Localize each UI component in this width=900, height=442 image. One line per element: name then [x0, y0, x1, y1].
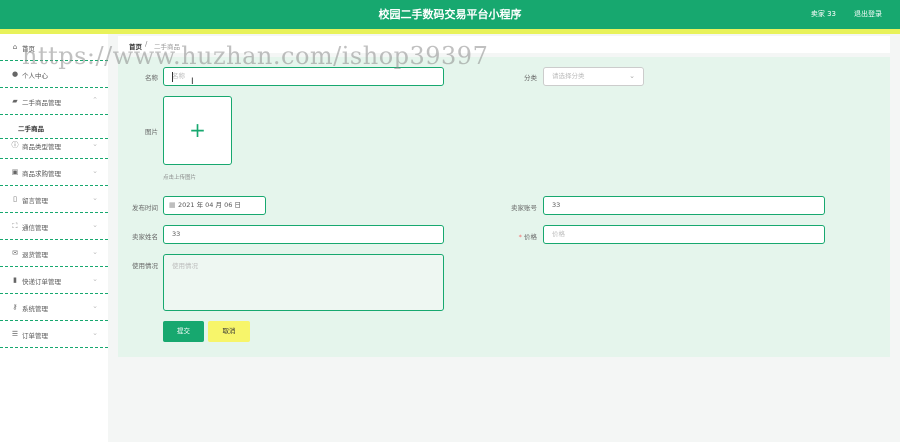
sidebar: ⌂ 首页 ● 个人中心 ▰ 二手商品管理 ⌃ 二手商品 ⓘ 商品类型管理 ⌄ ▣…: [0, 34, 108, 442]
sidebar-item-communication[interactable]: ⛶ 通信管理 ⌄: [0, 213, 108, 240]
sidebar-item-label: 退货管理: [22, 251, 48, 259]
sidebar-item-label: 二手商品管理: [22, 99, 61, 107]
image-label: 图片: [145, 128, 158, 136]
upload-hint: 点击上传图片: [163, 175, 197, 181]
publish-time-value: 2021 年 04 月 06 日: [178, 201, 241, 209]
chevron-down-icon: ⌄: [92, 302, 98, 310]
plus-icon: +: [189, 118, 206, 142]
name-label: 名称: [145, 74, 158, 82]
accent-strip: [0, 29, 900, 34]
goods-icon: ▰: [12, 97, 18, 105]
sidebar-item-label: 商品类型管理: [22, 143, 61, 151]
sidebar-item-express-orders[interactable]: ▮ 快递订单管理 ⌄: [0, 267, 108, 294]
price-label-text: 价格: [524, 233, 537, 241]
seller-name-label: 卖家姓名: [132, 233, 158, 241]
category-select[interactable]: 请选择分类 ⌄: [543, 67, 644, 86]
mail-icon: ✉: [12, 249, 18, 257]
usage-label: 使用情况: [132, 262, 158, 270]
sidebar-item-purchase-request[interactable]: ▣ 商品求购管理 ⌄: [0, 159, 108, 186]
sidebar-item-label: 留言管理: [22, 197, 48, 205]
sidebar-item-goods-management[interactable]: ▰ 二手商品管理 ⌃: [0, 88, 108, 115]
usage-textarea[interactable]: 使用情况: [163, 254, 444, 311]
seller-account-input[interactable]: 33: [543, 196, 825, 215]
scan-icon: ⛶: [12, 222, 18, 230]
logout-link[interactable]: 退出登录: [854, 9, 882, 19]
watermark: https://www.huzhan.com/ishop39397: [22, 42, 489, 70]
usage-placeholder: 使用情况: [172, 262, 198, 270]
chevron-down-icon: ⌄: [92, 140, 98, 148]
lock-icon: ⚷: [12, 303, 18, 311]
seller-account-label: 卖家账号: [511, 204, 537, 212]
info-icon: ⓘ: [11, 141, 19, 149]
sidebar-item-label: 通信管理: [22, 224, 48, 232]
calendar-icon: ▦: [169, 201, 176, 209]
user-icon: ●: [11, 70, 19, 78]
category-label: 分类: [524, 74, 537, 82]
submit-button[interactable]: 提交: [163, 321, 204, 342]
current-user: 卖家 33: [810, 10, 836, 18]
text-caret: [172, 72, 173, 82]
name-placeholder: 名称: [172, 72, 185, 80]
image-upload[interactable]: +: [163, 96, 232, 165]
chevron-down-icon: ⌄: [92, 194, 98, 202]
sidebar-item-returns[interactable]: ✉ 退货管理 ⌄: [0, 240, 108, 267]
cart-icon: ▣: [11, 168, 19, 176]
sidebar-item-label: 快递订单管理: [22, 278, 61, 286]
ibeam-cursor-icon: I: [191, 77, 194, 87]
chevron-down-icon: ⌄: [92, 221, 98, 229]
phone-icon: ▯: [13, 195, 17, 203]
sidebar-item-label: 商品求购管理: [22, 170, 61, 178]
sidebar-item-label: 订单管理: [22, 332, 48, 340]
sidebar-item-label: 系统管理: [22, 305, 48, 313]
seller-name-input[interactable]: 33: [163, 225, 444, 244]
home-icon: ⌂: [12, 43, 18, 51]
price-placeholder: 价格: [552, 230, 565, 238]
seller-name-value: 33: [172, 230, 181, 238]
top-bar: 校园二手数码交易平台小程序 卖家 33 退出登录: [0, 0, 900, 29]
publish-time-label: 发布时间: [132, 204, 158, 212]
sidebar-item-orders[interactable]: ☰ 订单管理 ⌄: [0, 321, 108, 348]
app-title: 校园二手数码交易平台小程序: [378, 8, 522, 21]
chevron-up-icon: ⌃: [92, 96, 98, 104]
chevron-down-icon: ⌄: [629, 72, 635, 80]
category-placeholder: 请选择分类: [552, 72, 585, 80]
price-label: * 价格: [505, 231, 537, 241]
sidebar-item-label: 个人中心: [22, 72, 48, 80]
publish-time-picker[interactable]: ▦ 2021 年 04 月 06 日: [163, 196, 266, 215]
chevron-down-icon: ⌄: [92, 329, 98, 337]
required-asterisk: *: [518, 233, 522, 241]
chart-icon: ▮: [13, 276, 17, 284]
chevron-down-icon: ⌄: [92, 275, 98, 283]
price-input[interactable]: 价格: [543, 225, 825, 244]
seller-account-value: 33: [552, 201, 561, 209]
chevron-down-icon: ⌄: [92, 248, 98, 256]
sidebar-item-system[interactable]: ⚷ 系统管理 ⌄: [0, 294, 108, 321]
chevron-down-icon: ⌄: [92, 167, 98, 175]
sidebar-item-messages[interactable]: ▯ 留言管理 ⌄: [0, 186, 108, 213]
cancel-button[interactable]: 取消: [208, 321, 250, 342]
sidebar-item-goods-type[interactable]: ⓘ 商品类型管理 ⌄: [0, 132, 108, 159]
list-icon: ☰: [11, 330, 19, 338]
